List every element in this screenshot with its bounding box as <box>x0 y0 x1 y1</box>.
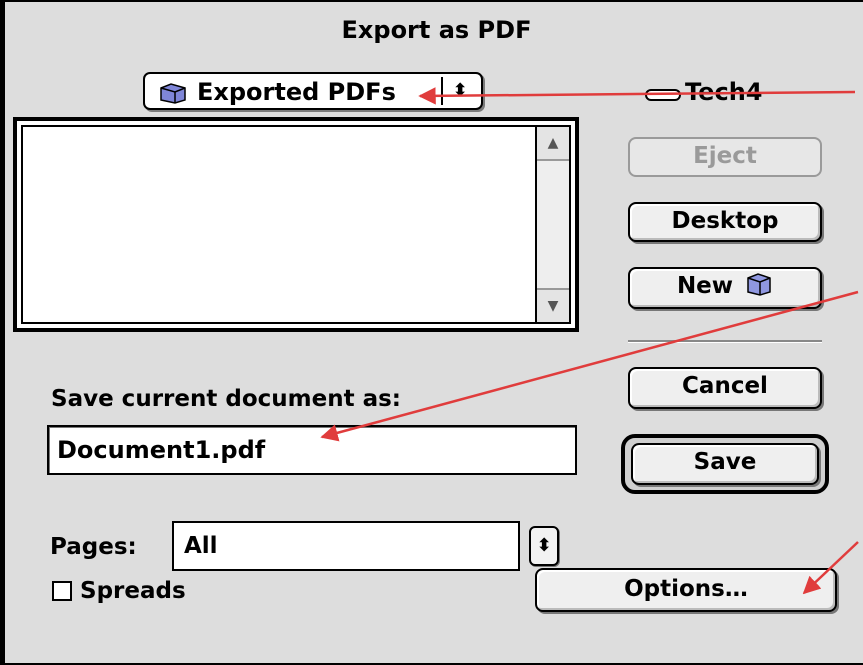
pages-value: All <box>184 533 218 559</box>
folder-popup[interactable]: Exported PDFs ⬍ <box>143 72 483 110</box>
pages-popup-arrows-icon[interactable]: ⬍ <box>529 526 559 566</box>
new-folder-label: New <box>676 273 734 299</box>
desktop-button[interactable]: Desktop <box>628 202 822 242</box>
save-as-label: Save current document as: <box>51 386 401 412</box>
checkbox-icon[interactable] <box>52 581 72 601</box>
filename-field[interactable]: Document1.pdf <box>47 425 577 475</box>
file-list-scrollbar[interactable]: ▲ ▼ <box>535 127 569 322</box>
filename-value: Document1.pdf <box>57 436 266 464</box>
disk-name: Tech4 <box>645 78 762 107</box>
popup-arrows-icon: ⬍ <box>441 77 477 105</box>
scroll-down-arrow-icon[interactable]: ▼ <box>537 288 569 322</box>
folder-popup-label: Exported PDFs <box>197 78 396 106</box>
scroll-up-arrow-icon[interactable]: ▲ <box>537 127 569 161</box>
eject-button[interactable]: Eject <box>628 137 822 177</box>
dialog-title: Export as PDF <box>341 16 532 44</box>
cancel-button[interactable]: Cancel <box>628 367 822 409</box>
export-dialog: Export as PDF Exported PDFs ⬍ Tech4 ▲ ▼ … <box>0 0 863 665</box>
new-folder-button[interactable]: New <box>628 267 822 309</box>
pages-field[interactable]: All <box>172 521 520 571</box>
save-button[interactable]: Save <box>631 443 819 485</box>
pages-label: Pages: <box>50 534 137 560</box>
hard-disk-icon <box>645 79 681 107</box>
button-divider <box>628 340 822 343</box>
file-list[interactable]: ▲ ▼ <box>13 117 579 332</box>
spreads-label: Spreads <box>80 578 186 604</box>
options-button[interactable]: Options… <box>535 568 837 612</box>
folder-icon <box>159 82 187 108</box>
spreads-checkbox[interactable]: Spreads <box>52 578 186 604</box>
disk-label: Tech4 <box>685 78 763 106</box>
new-folder-icon <box>745 271 773 307</box>
